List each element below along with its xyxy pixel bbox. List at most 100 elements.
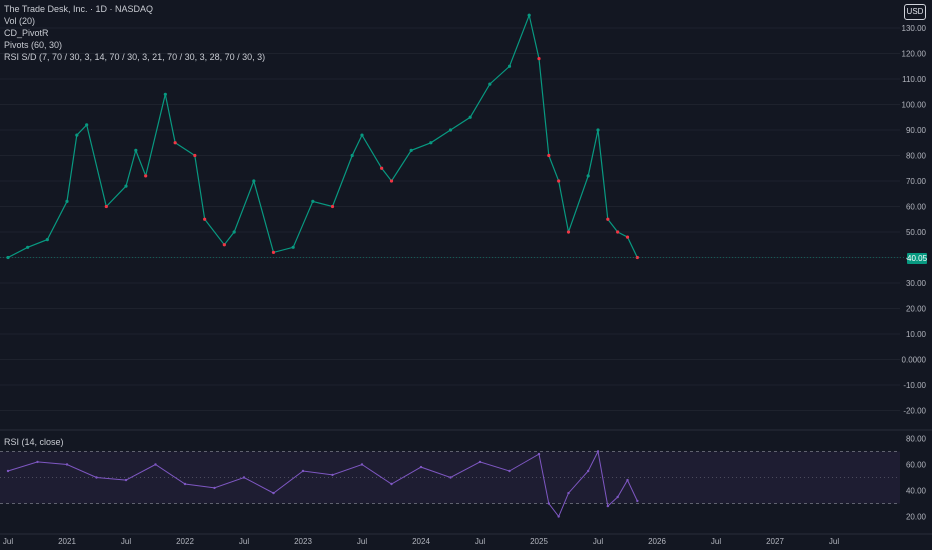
time-tick-label: Jul (121, 537, 131, 546)
price-point[interactable] (104, 204, 108, 209)
chart-canvas[interactable]: 130.00 120.00 110.00 100.00 90.00 80.00 70.00 6… (0, 0, 932, 550)
rsi-tick-label: 40.00 (906, 487, 927, 496)
rsi-point[interactable] (95, 476, 98, 479)
rsi-point[interactable] (242, 476, 246, 479)
rsi-point[interactable] (36, 460, 39, 464)
price-point[interactable] (271, 250, 276, 254)
price-tick-label: 10.00 (906, 330, 927, 339)
price-point[interactable] (409, 148, 413, 152)
price-point[interactable] (134, 148, 138, 152)
price-point[interactable] (203, 217, 207, 221)
rsi-point[interactable] (636, 499, 639, 503)
time-tick-label: Jul (475, 537, 485, 546)
rsi-tick-label: 60.00 (906, 461, 927, 470)
price-tick-label: 30.00 (906, 279, 927, 288)
time-tick-label: Jul (829, 537, 839, 546)
indicator-pivots[interactable]: Pivots (60, 30) (4, 39, 265, 51)
rsi-point[interactable] (567, 491, 570, 495)
time-tick-label: 2024 (412, 537, 430, 546)
price-point[interactable] (26, 245, 30, 249)
rsi-point[interactable] (508, 469, 511, 473)
price-tick-label: 130.00 (902, 24, 927, 33)
price-point[interactable] (65, 199, 69, 203)
price-tick-label: 60.00 (906, 203, 927, 212)
price-tick-label: 70.00 (906, 177, 927, 186)
price-tick-label: 0.0000 (902, 356, 927, 365)
price-point[interactable] (606, 217, 610, 221)
rsi-point[interactable] (272, 491, 275, 495)
rsi-point[interactable] (154, 463, 157, 466)
rsi-point[interactable] (124, 478, 128, 482)
price-point[interactable] (537, 57, 541, 61)
rsi-point[interactable] (557, 515, 560, 518)
price-tick-label: 80.00 (906, 152, 927, 161)
price-point[interactable] (507, 64, 512, 68)
price-point[interactable] (232, 230, 236, 234)
rsi-point[interactable] (213, 486, 216, 490)
indicator-rsi-sd[interactable]: RSI S/D (7, 70 / 30, 3, 14, 70 / 30, 3, … (4, 51, 265, 63)
price-point[interactable] (596, 128, 600, 132)
time-tick-label: 2022 (176, 537, 194, 546)
price-point[interactable] (389, 179, 394, 183)
price-point[interactable] (124, 184, 128, 188)
time-tick-label: Jul (711, 537, 721, 546)
indicator-vol[interactable]: Vol (20) (4, 15, 265, 27)
rsi-legend[interactable]: RSI (14, close) (4, 437, 64, 447)
rsi-point[interactable] (301, 469, 305, 473)
time-tick-label: 2026 (648, 537, 666, 546)
rsi-point[interactable] (449, 476, 452, 479)
price-point[interactable] (311, 199, 315, 203)
price-tick-label: -10.00 (903, 381, 926, 390)
price-point[interactable] (557, 179, 561, 183)
price-point[interactable] (252, 179, 256, 183)
price-tick-label: 50.00 (906, 228, 927, 237)
rsi-point[interactable] (596, 450, 600, 453)
rsi-point[interactable] (331, 473, 334, 477)
rsi-point[interactable] (419, 465, 423, 469)
time-tick-label: 2025 (530, 537, 548, 546)
price-point[interactable] (488, 82, 492, 86)
price-point[interactable] (380, 166, 384, 170)
rsi-point[interactable] (65, 463, 69, 466)
rsi-point[interactable] (626, 478, 629, 482)
price-point[interactable] (350, 153, 354, 158)
price-point[interactable] (527, 13, 531, 17)
price-point[interactable] (173, 141, 177, 145)
price-point[interactable] (330, 204, 335, 209)
price-point[interactable] (291, 245, 295, 249)
time-tick-label: Jul (3, 537, 13, 546)
price-point[interactable] (45, 238, 49, 242)
price-tick-label: -20.00 (903, 407, 926, 416)
price-point[interactable] (616, 230, 620, 234)
currency-button[interactable]: USD (904, 4, 926, 20)
rsi-tick-label: 80.00 (906, 435, 927, 444)
price-point[interactable] (547, 153, 551, 158)
price-point[interactable] (163, 92, 167, 96)
rsi-point[interactable] (6, 469, 10, 473)
price-point[interactable] (222, 243, 226, 247)
price-point[interactable] (625, 235, 630, 239)
price-point[interactable] (429, 141, 433, 145)
rsi-point[interactable] (183, 482, 187, 486)
price-point[interactable] (448, 128, 453, 132)
price-point[interactable] (193, 153, 197, 158)
price-point[interactable] (360, 133, 364, 137)
rsi-point[interactable] (360, 463, 364, 466)
rsi-point[interactable] (616, 495, 619, 499)
price-point[interactable] (144, 174, 148, 178)
price-point[interactable] (85, 123, 89, 127)
rsi-tick-label: 20.00 (906, 513, 927, 522)
indicator-pivotr[interactable]: CD_PivotR (4, 27, 265, 39)
price-point[interactable] (566, 230, 571, 234)
price-tick-label: 100.00 (902, 101, 927, 110)
rsi-point[interactable] (586, 469, 590, 473)
rsi-point[interactable] (478, 460, 482, 464)
rsi-point[interactable] (547, 502, 551, 505)
price-point[interactable] (586, 174, 590, 178)
rsi-point[interactable] (537, 452, 541, 456)
symbol-title[interactable]: The Trade Desk, Inc. · 1D · NASDAQ (4, 3, 265, 15)
rsi-point[interactable] (606, 504, 610, 508)
price-point[interactable] (75, 133, 79, 137)
price-point[interactable] (468, 115, 472, 119)
rsi-point[interactable] (390, 482, 393, 486)
